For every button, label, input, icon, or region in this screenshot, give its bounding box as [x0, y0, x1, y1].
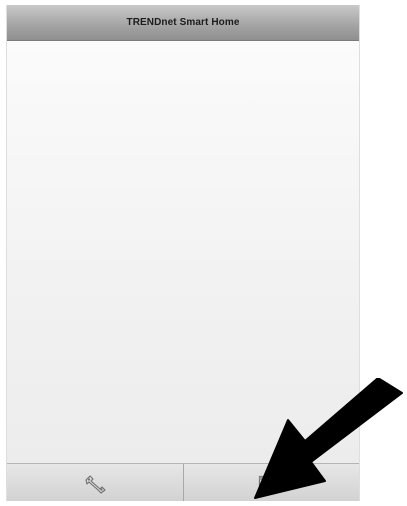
content-area	[7, 41, 359, 468]
tab-bar	[7, 463, 359, 501]
app-screen: TRENDnet Smart Home	[6, 5, 360, 501]
window-icon	[258, 473, 284, 493]
device-view-tab[interactable]	[182, 464, 360, 501]
title-bar: TRENDnet Smart Home	[7, 5, 359, 41]
page-title: TRENDnet Smart Home	[126, 17, 240, 28]
wrench-icon	[81, 472, 109, 494]
settings-tab[interactable]	[7, 464, 183, 501]
